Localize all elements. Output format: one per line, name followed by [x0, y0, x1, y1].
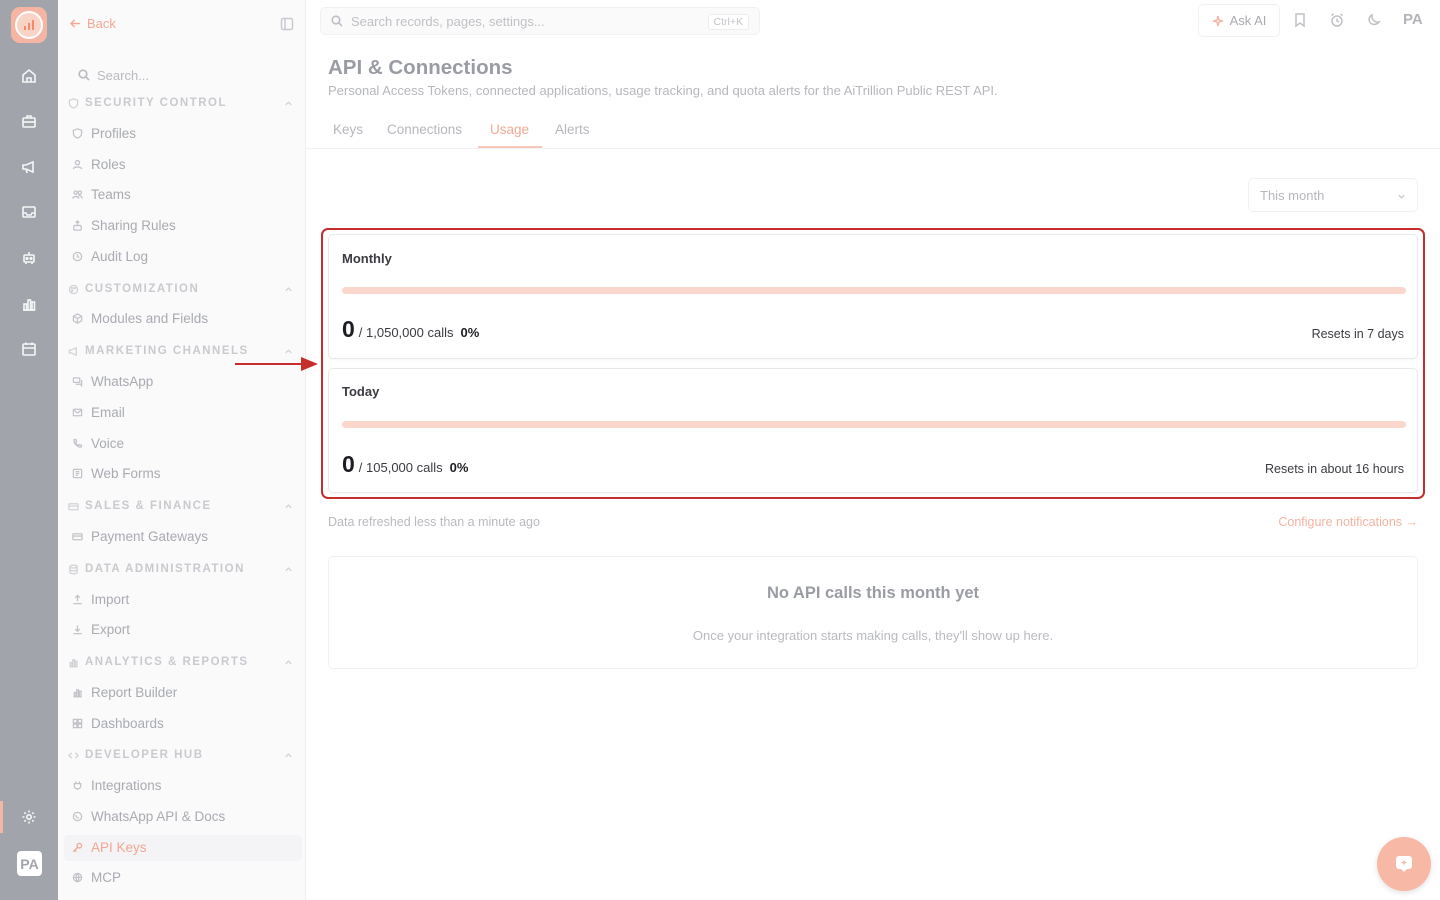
sidebar-item-whatsapp[interactable]: WhatsApp — [72, 374, 298, 389]
sidebar-item-report-builder[interactable]: Report Builder — [72, 685, 298, 700]
sidebar-item-export[interactable]: Export — [72, 622, 298, 637]
sidebar-item-import[interactable]: Import — [72, 592, 298, 607]
page-tabs: Keys Connections Usage Alerts — [306, 112, 1440, 149]
chevron-up-icon — [285, 660, 292, 665]
bar-chart-icon[interactable] — [17, 292, 41, 316]
bookmark-icon[interactable] — [1292, 12, 1308, 28]
section-developer-hub[interactable]: DEVELOPER HUB — [68, 749, 294, 761]
page-title: API & Connections — [328, 56, 513, 79]
sidebar-item-teams[interactable]: Teams — [72, 187, 298, 202]
section-data-administration[interactable]: DATA ADMINISTRATION — [68, 563, 294, 575]
ask-ai-button[interactable]: Ask AI — [1198, 4, 1280, 37]
sidebar-item-api-keys[interactable]: API Keys — [72, 840, 298, 855]
monthly-reset-text: Resets in 7 days — [1311, 327, 1404, 341]
logo-chart-icon — [24, 20, 34, 30]
monthly-calls-value: 0 — [342, 316, 355, 342]
user-avatar[interactable]: PA — [17, 851, 42, 876]
sidebar-search-placeholder: Search... — [97, 67, 150, 83]
app-logo[interactable] — [11, 7, 47, 43]
sidebar-item-audit-log[interactable]: Audit Log — [72, 249, 298, 264]
sidebar-item-mcp[interactable]: MCP — [72, 870, 298, 885]
robot-icon[interactable] — [17, 246, 41, 270]
sidebar-item-web-forms[interactable]: Web Forms — [72, 466, 298, 481]
today-calls-value: 0 — [342, 451, 355, 477]
global-search-placeholder: Search records, pages, settings... — [351, 13, 545, 29]
tab-keys[interactable]: Keys — [333, 122, 363, 137]
empty-state-title: No API calls this month yet — [766, 584, 980, 602]
sidebar-item-roles[interactable]: Roles — [72, 157, 298, 172]
period-select-value: This month — [1260, 188, 1325, 203]
today-calls-limit: / 105,000 calls — [358, 460, 443, 475]
sidebar-item-integrations[interactable]: Integrations — [72, 778, 298, 793]
chevron-up-icon — [285, 753, 292, 758]
sidebar-item-modules-and-fields[interactable]: Modules and Fields — [72, 311, 298, 326]
home-icon[interactable] — [17, 64, 41, 88]
inbox-icon[interactable] — [17, 200, 41, 224]
sidebar-item-email[interactable]: Email — [72, 405, 298, 420]
rail-active-indicator — [0, 801, 3, 833]
chat-support-button[interactable] — [1377, 837, 1431, 891]
sidebar-item-dashboards[interactable]: Dashboards — [72, 716, 298, 731]
monthly-card-title: Monthly — [342, 251, 392, 266]
section-customization[interactable]: CUSTOMIZATION — [68, 283, 294, 295]
section-sales-finance[interactable]: SALES & FINANCE — [68, 500, 294, 512]
today-progress-bar — [342, 421, 1406, 428]
today-card-title: Today — [342, 384, 380, 399]
sidebar-item-profiles[interactable]: Profiles — [72, 126, 298, 141]
chevron-up-icon — [285, 287, 292, 292]
active-tab-underline — [478, 146, 542, 148]
ask-ai-label: Ask AI — [1229, 13, 1267, 28]
sidebar-item-payment-gateways[interactable]: Payment Gateways — [72, 529, 298, 544]
monthly-metric: 0 / 1,050,000 calls 0% — [342, 316, 479, 343]
back-label: Back — [87, 16, 116, 31]
briefcase-icon[interactable] — [17, 109, 41, 133]
sidebar-item-voice[interactable]: Voice — [72, 436, 298, 451]
section-analytics-reports[interactable]: ANALYTICS & REPORTS — [68, 656, 294, 668]
sidebar-item-sharing-rules[interactable]: Sharing Rules — [72, 218, 298, 233]
tab-usage[interactable]: Usage — [490, 122, 529, 137]
today-reset-text: Resets in about 16 hours — [1265, 462, 1404, 476]
sparkle-icon — [1212, 15, 1223, 26]
page-subtitle: Personal Access Tokens, connected applic… — [328, 83, 998, 98]
moon-icon[interactable] — [1366, 12, 1382, 28]
top-bar: Search records, pages, settings... Ctrl+… — [306, 0, 1440, 42]
settings-sidebar: Back Search... SECURITY CONTROL Profiles… — [58, 0, 306, 900]
chevron-up-icon — [285, 567, 292, 572]
today-metric: 0 / 105,000 calls 0% — [342, 451, 468, 478]
sidebar-search-input[interactable]: Search... — [66, 58, 302, 92]
monthly-calls-limit: / 1,050,000 calls — [358, 325, 454, 340]
megaphone-icon[interactable] — [17, 155, 41, 179]
settings-gear-icon[interactable] — [17, 805, 41, 829]
global-search-input[interactable]: Search records, pages, settings... Ctrl+… — [320, 7, 760, 35]
chat-bubble-icon — [1396, 856, 1412, 872]
alarm-clock-icon[interactable] — [1329, 12, 1345, 28]
empty-state-panel: No API calls this month yet Once your in… — [328, 556, 1418, 669]
period-select[interactable]: This month — [1248, 178, 1418, 212]
section-security-control[interactable]: SECURITY CONTROL — [68, 97, 294, 109]
daily-usage-card: Today 0 / 105,000 calls 0% Resets in abo… — [328, 368, 1418, 493]
sidebar-collapse-icon[interactable] — [280, 17, 294, 31]
header-user-avatar[interactable]: PA — [1403, 11, 1423, 28]
empty-state-subtitle: Once your integration starts making call… — [692, 628, 1054, 643]
tab-alerts[interactable]: Alerts — [555, 122, 590, 137]
chevron-up-icon — [285, 101, 292, 106]
tab-connections[interactable]: Connections — [387, 122, 462, 137]
configure-notifications-link[interactable]: Configure notifications → — [1278, 515, 1418, 529]
sidebar-item-whatsapp-api-docs[interactable]: WhatsApp API & Docs — [72, 809, 298, 824]
today-percent: 0% — [449, 460, 469, 475]
back-link[interactable]: Back — [70, 16, 116, 31]
search-icon — [78, 69, 90, 81]
search-shortcut-hint: Ctrl+K — [707, 14, 749, 30]
chevron-up-icon — [285, 504, 292, 509]
calendar-icon[interactable] — [17, 337, 41, 361]
app-rail: PA — [0, 0, 58, 900]
annotation-arrow-icon — [235, 357, 318, 371]
chevron-down-icon — [1398, 194, 1405, 199]
monthly-percent: 0% — [460, 325, 480, 340]
search-icon — [331, 15, 343, 27]
monthly-progress-bar — [342, 287, 1406, 294]
data-refreshed-text: Data refreshed less than a minute ago — [328, 515, 540, 529]
monthly-usage-card: Monthly 0 / 1,050,000 calls 0% Resets in… — [328, 234, 1418, 359]
arrow-left-icon — [70, 19, 81, 28]
